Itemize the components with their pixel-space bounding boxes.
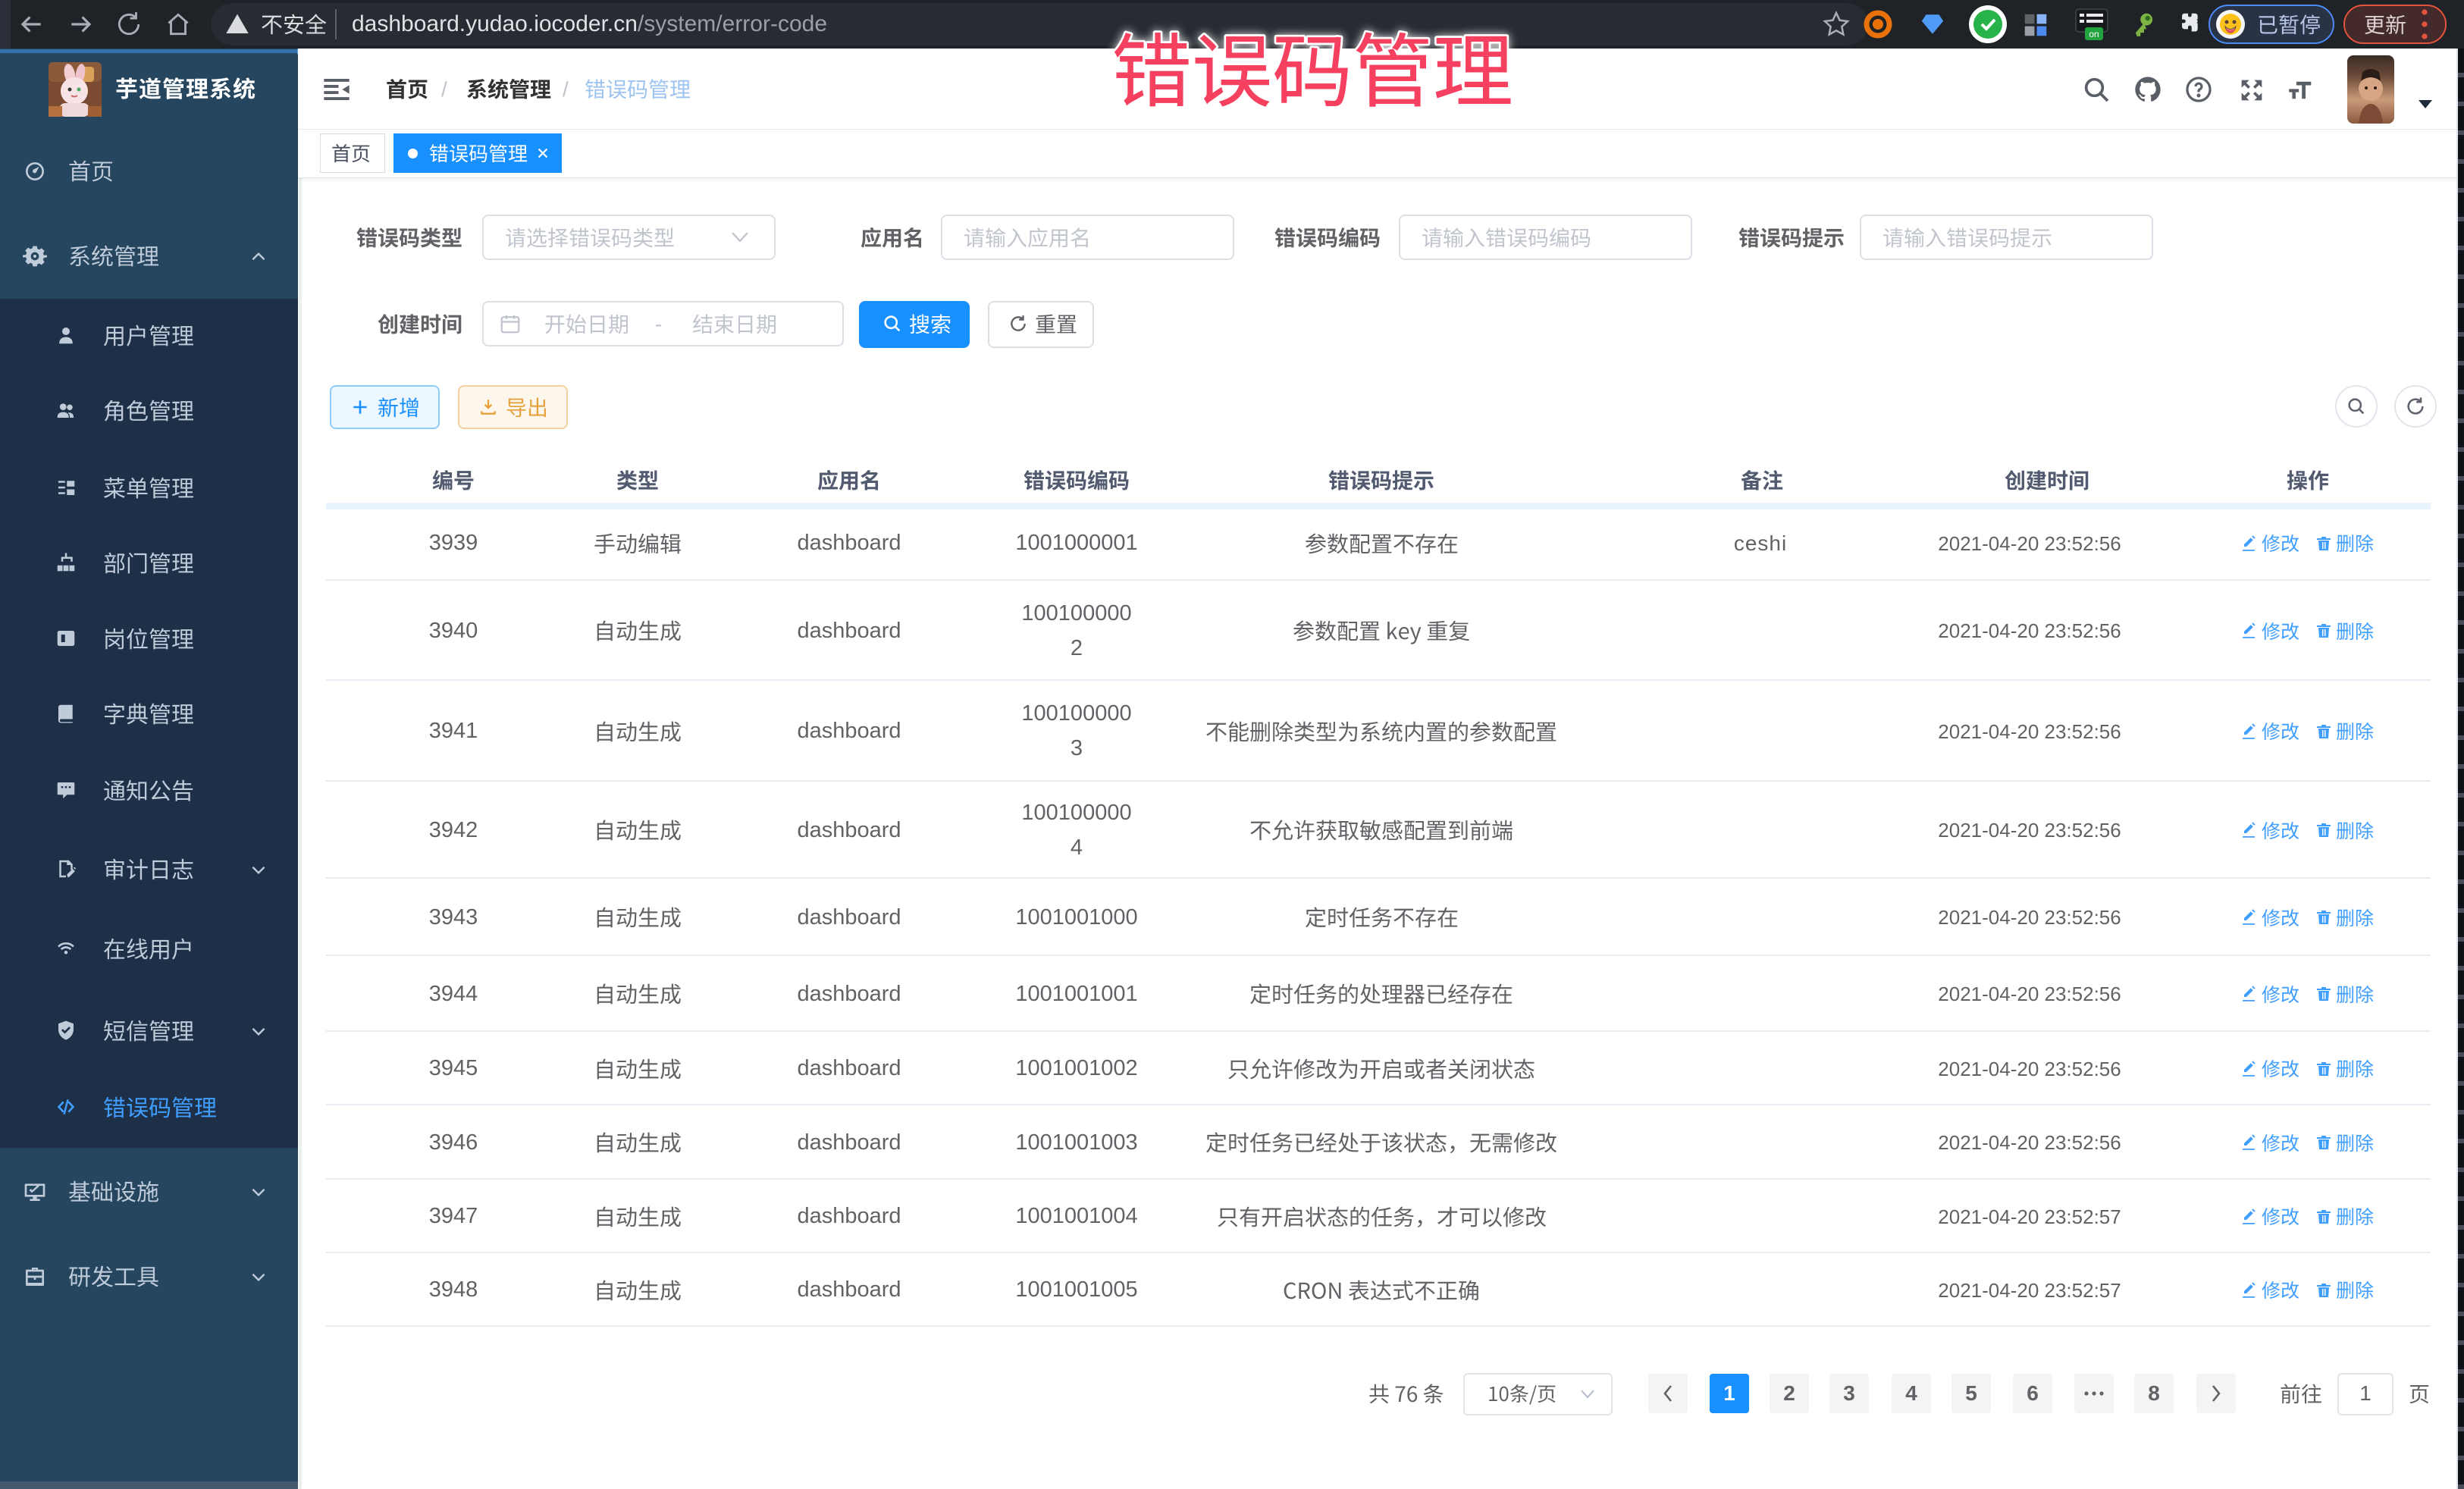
svg-text:on: on <box>2089 29 2099 39</box>
